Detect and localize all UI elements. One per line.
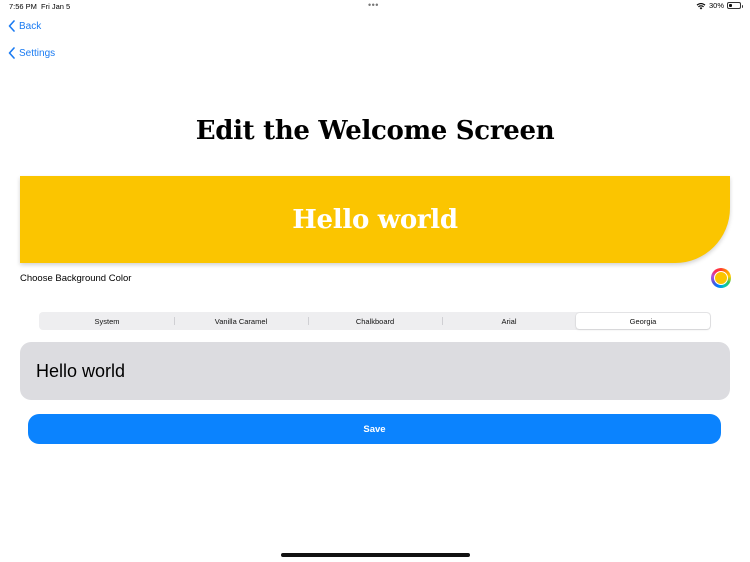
save-button[interactable]: Save <box>28 414 721 444</box>
back-label: Back <box>19 20 42 32</box>
welcome-text-value: Hello world <box>36 360 126 381</box>
status-indicators: 30% <box>696 1 743 10</box>
back-button[interactable]: Back <box>8 20 41 32</box>
chevron-left-icon <box>8 20 15 32</box>
status-date: Fri Jan 5 <box>41 2 71 11</box>
status-time: 7:56 PM <box>9 2 37 11</box>
chevron-left-icon <box>8 47 15 59</box>
font-option-vanilla-caramel[interactable]: Vanilla Caramel <box>174 313 308 329</box>
page-title: Edit the Welcome Screen <box>195 116 555 146</box>
home-indicator[interactable] <box>281 553 470 557</box>
multitasking-dots[interactable]: ••• <box>368 0 379 10</box>
selected-color-swatch <box>714 271 728 285</box>
settings-label: Settings <box>19 47 56 59</box>
battery-icon <box>727 2 743 9</box>
save-label: Save <box>363 423 386 435</box>
welcome-preview: Hello world <box>20 176 730 263</box>
welcome-text-field[interactable]: Hello world <box>20 342 730 400</box>
font-option-chalkboard[interactable]: Chalkboard <box>308 313 442 329</box>
settings-back-button[interactable]: Settings <box>8 47 55 59</box>
wifi-icon <box>696 2 706 9</box>
font-option-georgia[interactable]: Georgia <box>576 313 710 329</box>
color-picker-button[interactable] <box>711 268 731 288</box>
preview-text: Hello world <box>292 204 458 235</box>
battery-percent: 30% <box>708 1 724 10</box>
font-segmented-control: System Vanilla Caramel Chalkboard Arial Geor… <box>39 312 711 330</box>
background-color-label: Choose Background Color <box>20 273 132 284</box>
font-option-system[interactable]: System <box>40 313 174 329</box>
battery-fill <box>729 4 732 7</box>
font-option-arial[interactable]: Arial <box>442 313 576 329</box>
